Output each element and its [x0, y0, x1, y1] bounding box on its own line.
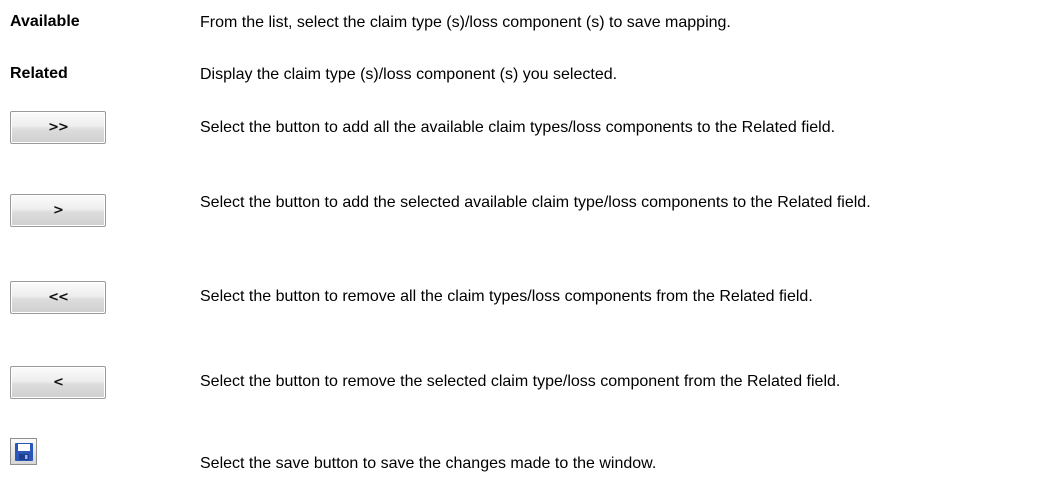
available-description: From the list, select the claim type (s)…	[200, 14, 731, 31]
remove-selected-button[interactable]: <	[10, 366, 106, 399]
add-selected-description: Select the button to add the selected av…	[200, 194, 871, 211]
remove-all-description: Select the button to remove all the clai…	[200, 288, 813, 305]
remove-selected-description: Select the button to remove the selected…	[200, 373, 841, 390]
remove-all-button[interactable]: <<	[10, 281, 106, 314]
floppy-disk-icon	[14, 442, 33, 461]
available-term: Available	[10, 13, 80, 30]
related-term: Related	[10, 65, 68, 82]
add-all-description: Select the button to add all the availab…	[200, 119, 836, 136]
save-description: Select the save button to save the chang…	[200, 455, 657, 472]
add-selected-button[interactable]: >	[10, 194, 106, 227]
related-description: Display the claim type (s)/loss componen…	[200, 66, 618, 83]
add-all-button[interactable]: >>	[10, 111, 106, 144]
save-button[interactable]	[10, 438, 37, 465]
